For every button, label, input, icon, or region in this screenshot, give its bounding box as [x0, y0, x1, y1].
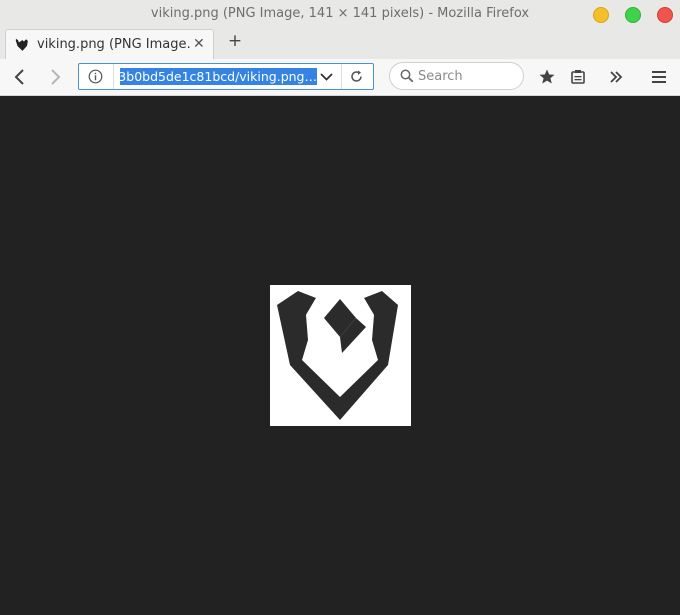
- overflow-button[interactable]: [606, 67, 626, 87]
- overflow-icon: [610, 71, 623, 83]
- viking-image[interactable]: [270, 285, 411, 426]
- search-input[interactable]: [418, 67, 513, 85]
- image-viewport: [0, 96, 680, 615]
- tab-close-button[interactable]: ✕: [193, 36, 205, 52]
- bookmark-button[interactable]: [537, 67, 557, 87]
- reload-icon[interactable]: [349, 69, 364, 84]
- menu-icon: [652, 71, 666, 83]
- tab-viking-png[interactable]: viking.png (PNG Image… ✕: [5, 29, 214, 59]
- forward-icon: [51, 69, 61, 85]
- search-box[interactable]: [389, 62, 524, 90]
- url-separator: [113, 64, 114, 89]
- url-bar[interactable]: …63b0bd5de1c81bcd/viking.png: [78, 63, 374, 90]
- maximize-button[interactable]: [625, 7, 641, 23]
- window-titlebar: viking.png (PNG Image, 141 × 141 pixels)…: [0, 0, 680, 28]
- back-button[interactable]: [10, 67, 30, 87]
- viking-logo-icon: [277, 291, 398, 420]
- info-icon[interactable]: [88, 69, 103, 84]
- reader-list-button[interactable]: [568, 67, 588, 87]
- navigation-toolbar: …63b0bd5de1c81bcd/viking.png: [0, 59, 680, 96]
- viking-logo-icon: [15, 38, 28, 51]
- minimize-button[interactable]: [593, 7, 609, 23]
- bookmark-star-icon: [539, 69, 555, 84]
- menu-button[interactable]: [649, 67, 669, 87]
- tab-strip: viking.png (PNG Image… ✕ +: [0, 28, 680, 60]
- close-window-button[interactable]: [657, 7, 673, 23]
- search-icon: [400, 69, 414, 83]
- window-title: viking.png (PNG Image, 141 × 141 pixels)…: [150, 6, 530, 21]
- tab-title: viking.png (PNG Image…: [37, 37, 191, 52]
- back-icon: [14, 69, 24, 85]
- url-separator: [341, 64, 342, 89]
- new-tab-button[interactable]: +: [226, 31, 244, 55]
- forward-button[interactable]: [45, 67, 65, 87]
- url-input[interactable]: …63b0bd5de1c81bcd/viking.png: [120, 68, 317, 85]
- dropdown-icon[interactable]: [319, 69, 334, 84]
- reader-list-icon: [571, 70, 585, 84]
